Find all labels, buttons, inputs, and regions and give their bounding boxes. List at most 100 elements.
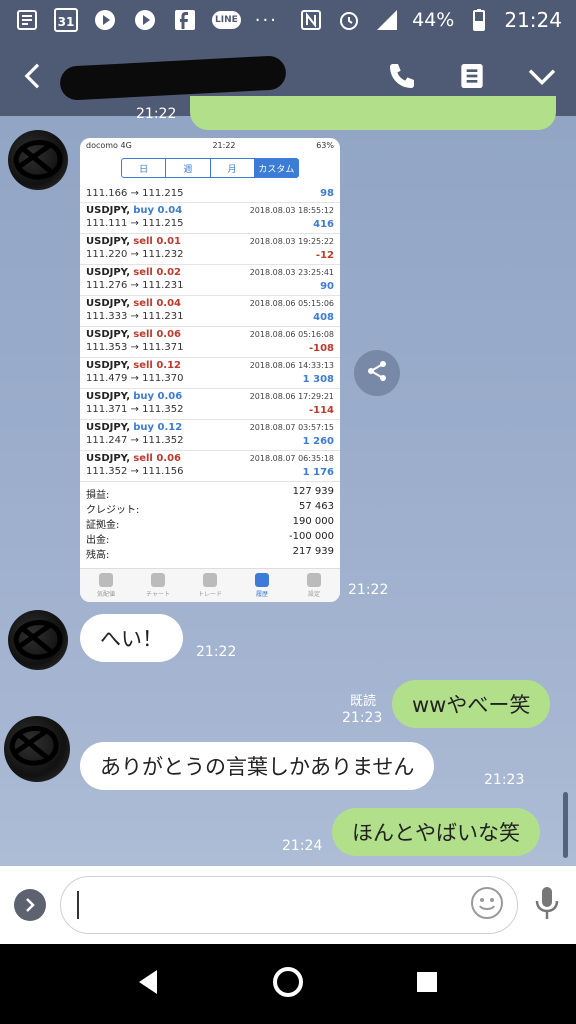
- calendar-icon: 31: [54, 8, 78, 32]
- trade-pnl: -12: [315, 250, 334, 261]
- emoji-icon[interactable]: [469, 885, 505, 925]
- menu-icon[interactable]: [456, 60, 488, 96]
- alarm-icon: [336, 7, 362, 33]
- home-circle-icon[interactable]: [270, 964, 306, 1004]
- trade-price: 111.247 → 111.352: [86, 435, 184, 446]
- trade-row: 111.166 → 111.215 98: [80, 184, 340, 203]
- back-triangle-icon[interactable]: [131, 964, 167, 1004]
- tab-week: 週: [166, 159, 211, 177]
- chevron-right-icon: [26, 898, 35, 912]
- trade-price: 111.276 → 111.231: [86, 280, 184, 291]
- trade-direction: sell 0.02: [133, 267, 181, 278]
- microphone-icon[interactable]: [532, 885, 562, 925]
- trade-symbol: USDJPY,: [86, 391, 131, 402]
- play-store-icon: [132, 7, 158, 33]
- summary-value: 190 000: [292, 516, 334, 527]
- summary-row: 残高: 217 939: [86, 546, 334, 561]
- message-input-bar: [0, 866, 576, 944]
- incoming-message[interactable]: へい！: [80, 614, 183, 662]
- tab-day: 日: [122, 159, 167, 177]
- tab-label: チャート: [146, 591, 170, 598]
- message-input[interactable]: [77, 891, 469, 919]
- battery-percent: 44%: [412, 9, 455, 31]
- trade-pnl: 416: [313, 219, 334, 230]
- outgoing-message[interactable]: wwやべー笑: [392, 680, 551, 728]
- summary-value: 57 463: [299, 501, 334, 512]
- tab-label: トレード: [197, 591, 222, 598]
- trade-symbol: USDJPY,: [86, 453, 131, 464]
- shared-screenshot[interactable]: docomo 4G 21:22 63% 日 週 月 カスタム 111.166 →…: [80, 138, 340, 602]
- trade-direction: sell 0.12: [133, 360, 181, 371]
- account-summary: 損益: 127 939 クレジット: 57 463 証拠金: 190 000 出金: -…: [80, 482, 340, 565]
- chevron-down-icon[interactable]: [526, 60, 558, 96]
- phone-icon[interactable]: [386, 60, 418, 96]
- trade-symbol: USDJPY,: [86, 329, 131, 340]
- summary-value: 127 939: [292, 486, 334, 497]
- news-icon: [14, 7, 40, 33]
- trade-row: USDJPY, sell 0.12 2018.08.06 14:33:13 111.…: [80, 358, 340, 389]
- outgoing-message[interactable]: ほんとやばいな笑: [332, 808, 540, 856]
- trade-row: USDJPY, buy 0.12 2018.08.07 03:57:15 111.2…: [80, 420, 340, 451]
- message-time: 21:22: [196, 644, 237, 660]
- message-field[interactable]: [60, 876, 518, 934]
- trade-price: 111.479 → 111.370: [86, 373, 184, 384]
- tab-label: 設定: [307, 591, 320, 598]
- incoming-message[interactable]: ありがとうの言葉しかありません: [80, 742, 435, 790]
- screenshot-network: 4G: [120, 140, 132, 150]
- summary-row: 証拠金: 190 000: [86, 516, 334, 531]
- tab-chart: チャート: [132, 569, 184, 602]
- trade-date: 2018.08.06 05:15:06: [249, 299, 334, 308]
- trade-row: USDJPY, sell 0.06 2018.08.07 06:35:18 111.…: [80, 451, 340, 482]
- trade-date: 2018.08.07 06:35:18: [249, 454, 334, 463]
- message-time: 21:22: [136, 106, 177, 122]
- trade-direction: buy 0.12: [133, 422, 183, 433]
- trade-price: 111.220 → 111.232: [86, 249, 184, 260]
- line-icon: LINE: [212, 11, 241, 29]
- message-time: 21:22: [348, 582, 389, 598]
- tab-settings: 設定: [288, 569, 340, 602]
- summary-row: 出金: -100 000: [86, 531, 334, 546]
- share-button[interactable]: [354, 350, 400, 396]
- scrollbar[interactable]: [563, 792, 568, 858]
- facebook-icon: [172, 7, 198, 33]
- trade-price: 111.166 → 111.215: [86, 188, 184, 199]
- tab-label: 気配値: [96, 591, 115, 598]
- recents-square-icon[interactable]: [409, 964, 445, 1004]
- summary-label: 損益:: [86, 490, 110, 501]
- message-time: 21:23: [484, 772, 525, 788]
- trade-row: USDJPY, sell 0.01 2018.08.03 19:25:22 111.…: [80, 234, 340, 265]
- expand-button[interactable]: [14, 889, 46, 921]
- trade-price: 111.353 → 111.371: [86, 342, 184, 353]
- gear-icon: [307, 573, 321, 587]
- trade-direction: sell 0.04: [133, 298, 181, 309]
- trade-pnl: 90: [320, 281, 334, 292]
- trade-date: 2018.08.06 17:29:21: [249, 392, 334, 401]
- trade-row: USDJPY, sell 0.06 2018.08.06 05:16:08 111.…: [80, 327, 340, 358]
- screenshot-time: 21:22: [212, 140, 236, 150]
- trade-pnl: 1 308: [302, 374, 334, 385]
- trade-date: 2018.08.03 19:25:22: [249, 237, 334, 246]
- trade-pnl: 1 176: [302, 467, 334, 478]
- play-icon: [92, 7, 118, 33]
- avatar[interactable]: [8, 610, 68, 670]
- trade-date: 2018.08.03 18:55:12: [249, 206, 334, 215]
- avatar[interactable]: [4, 716, 70, 782]
- tab-custom: カスタム: [254, 159, 298, 177]
- share-icon: [365, 359, 389, 387]
- back-arrow-icon[interactable]: [18, 61, 48, 95]
- trade-date: 2018.08.03 23:25:41: [249, 268, 334, 277]
- trade-price: 111.111 → 111.215: [86, 218, 184, 229]
- avatar[interactable]: [8, 130, 68, 190]
- trade-pnl: -114: [308, 405, 334, 416]
- trade-symbol: USDJPY,: [86, 205, 131, 216]
- more-notifications-icon: ···: [254, 9, 278, 31]
- trade-direction: buy 0.06: [133, 391, 183, 402]
- screenshot-status-bar: docomo 4G 21:22 63%: [80, 138, 340, 152]
- status-time: 21:24: [504, 8, 562, 32]
- summary-row: 損益: 127 939: [86, 486, 334, 501]
- trade-direction: sell 0.06: [133, 329, 181, 340]
- tab-history: 履歴: [236, 569, 288, 602]
- summary-label: 残高:: [86, 550, 110, 561]
- trade-price: 111.371 → 111.352: [86, 404, 184, 415]
- screenshot-bottom-tabs: 気配値 チャート トレード 履歴 設定: [80, 568, 340, 602]
